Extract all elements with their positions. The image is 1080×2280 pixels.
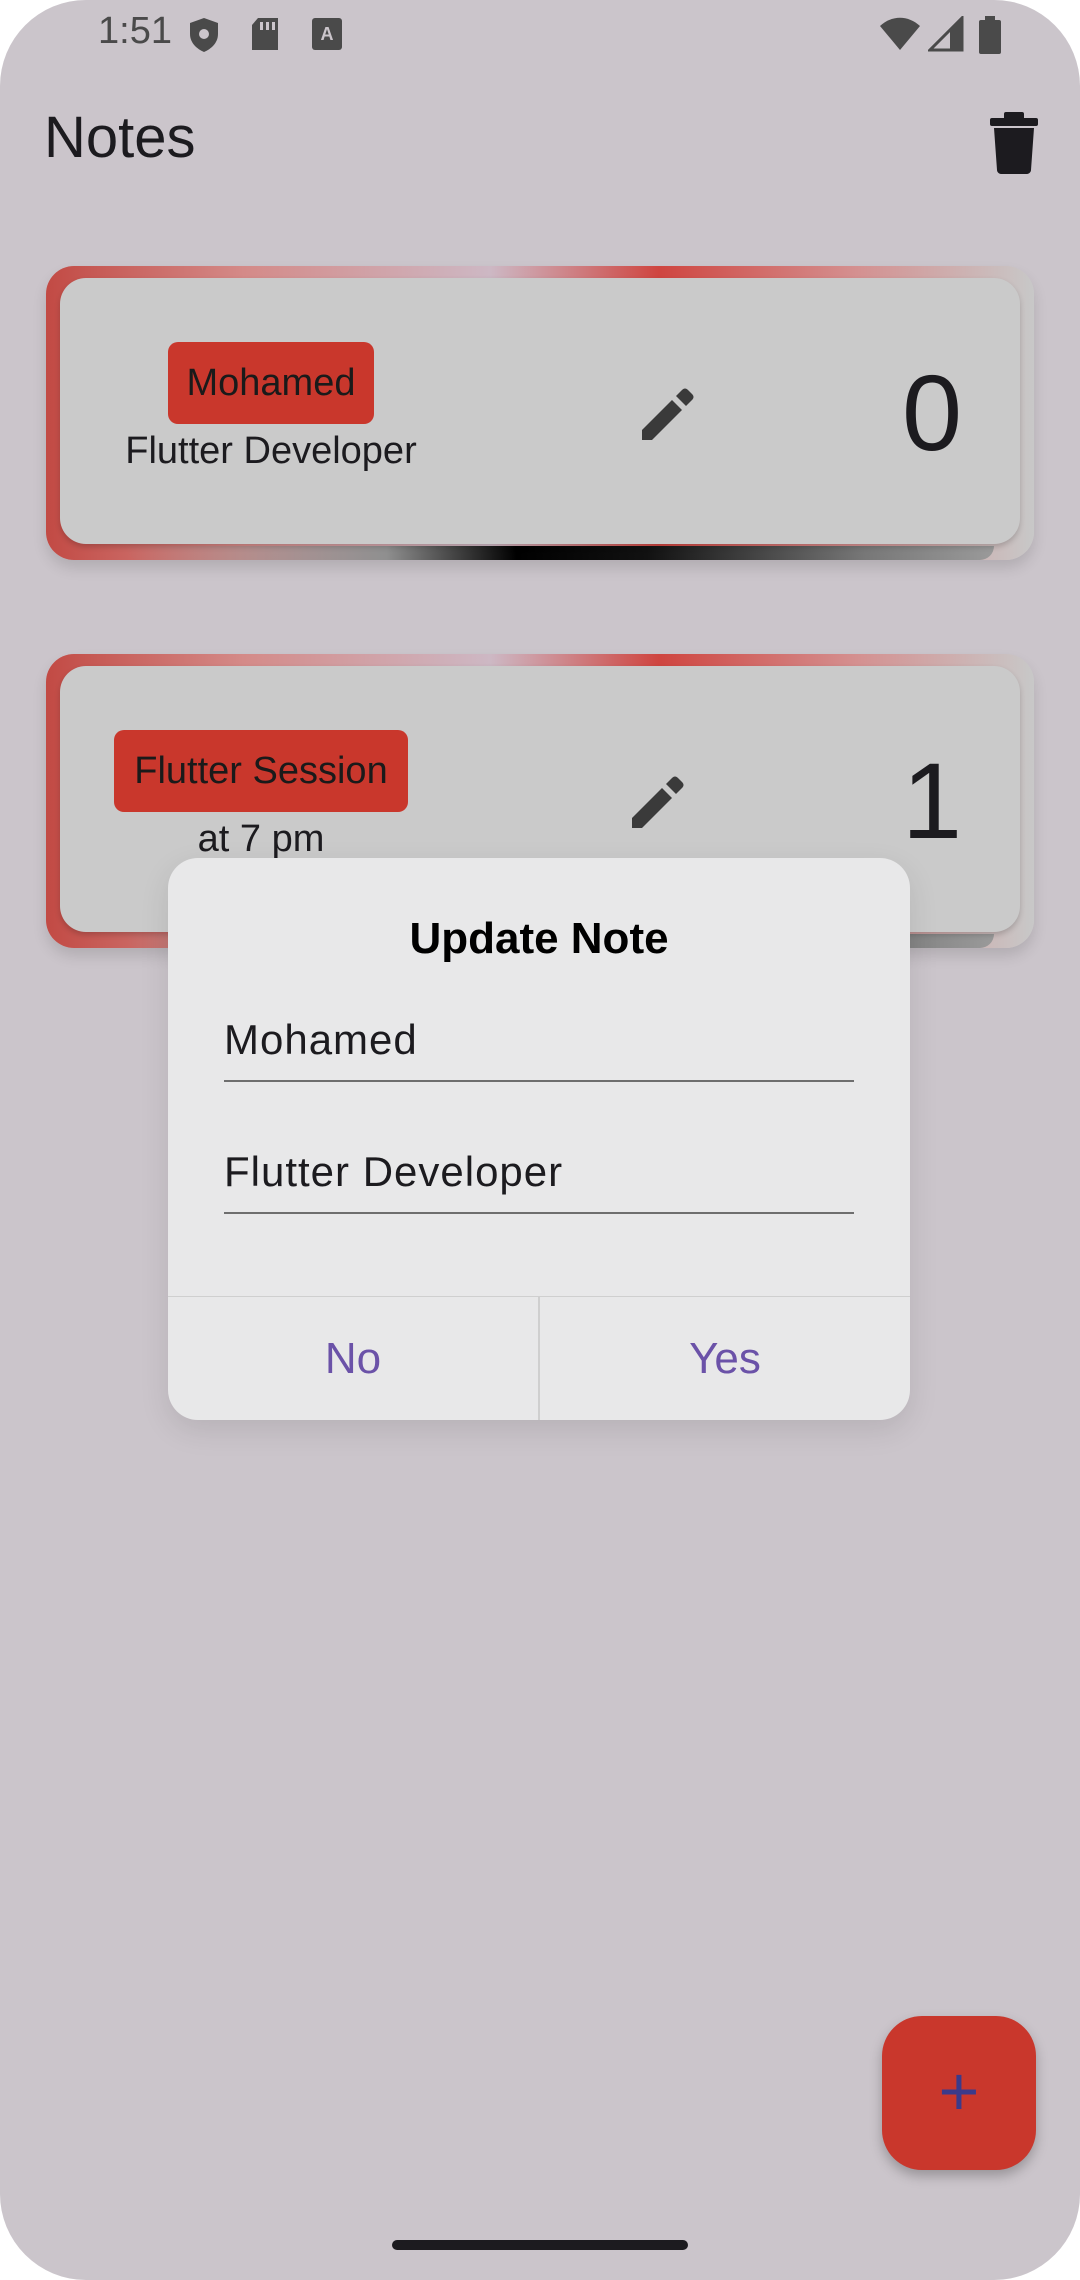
- note-index: 1: [902, 740, 963, 861]
- page-title: Notes: [44, 105, 196, 170]
- wifi-icon: [878, 16, 922, 57]
- update-note-dialog: Update Note Mohamed Flutter Developer No…: [168, 858, 910, 1420]
- note-subtitle: Flutter Developer: [125, 430, 417, 472]
- dialog-title: Update Note: [409, 914, 669, 963]
- keyboard-a-icon: A: [310, 16, 344, 57]
- edit-note-button[interactable]: [628, 772, 688, 832]
- trash-icon: [984, 112, 1044, 178]
- note-subtitle-field[interactable]: Flutter Developer: [224, 1142, 854, 1214]
- edit-icon: [638, 388, 698, 448]
- dialog-actions: No Yes: [168, 1296, 910, 1420]
- note-card-surface: Mohamed Flutter Developer 0: [60, 278, 1020, 544]
- battery-icon: [978, 16, 1002, 59]
- confirm-button[interactable]: Yes: [540, 1297, 910, 1420]
- delete-all-button[interactable]: [984, 110, 1044, 174]
- shield-icon: [188, 16, 220, 59]
- note-title-chip: Flutter Session: [114, 730, 408, 812]
- note-subtitle: at 7 pm: [197, 818, 325, 860]
- edit-note-button[interactable]: [638, 384, 698, 444]
- add-icon: +: [938, 2052, 980, 2130]
- note-title-field[interactable]: Mohamed: [224, 1010, 854, 1082]
- sd-card-icon: [250, 16, 280, 57]
- add-note-button[interactable]: +: [882, 2016, 1036, 2170]
- note-title-chip: Mohamed: [168, 342, 374, 424]
- edit-icon: [628, 776, 688, 836]
- signal-icon: [926, 14, 964, 57]
- cancel-button[interactable]: No: [168, 1297, 538, 1420]
- note-index: 0: [902, 352, 963, 473]
- home-indicator[interactable]: [392, 2240, 688, 2250]
- status-time: 1:51: [98, 10, 172, 52]
- app-screen: 1:51 A Notes Mohamed Flutter Developer 0…: [0, 0, 1080, 2280]
- note-card[interactable]: Mohamed Flutter Developer 0: [46, 266, 1034, 560]
- status-bar: 1:51 A: [0, 0, 1080, 68]
- svg-text:A: A: [321, 24, 334, 44]
